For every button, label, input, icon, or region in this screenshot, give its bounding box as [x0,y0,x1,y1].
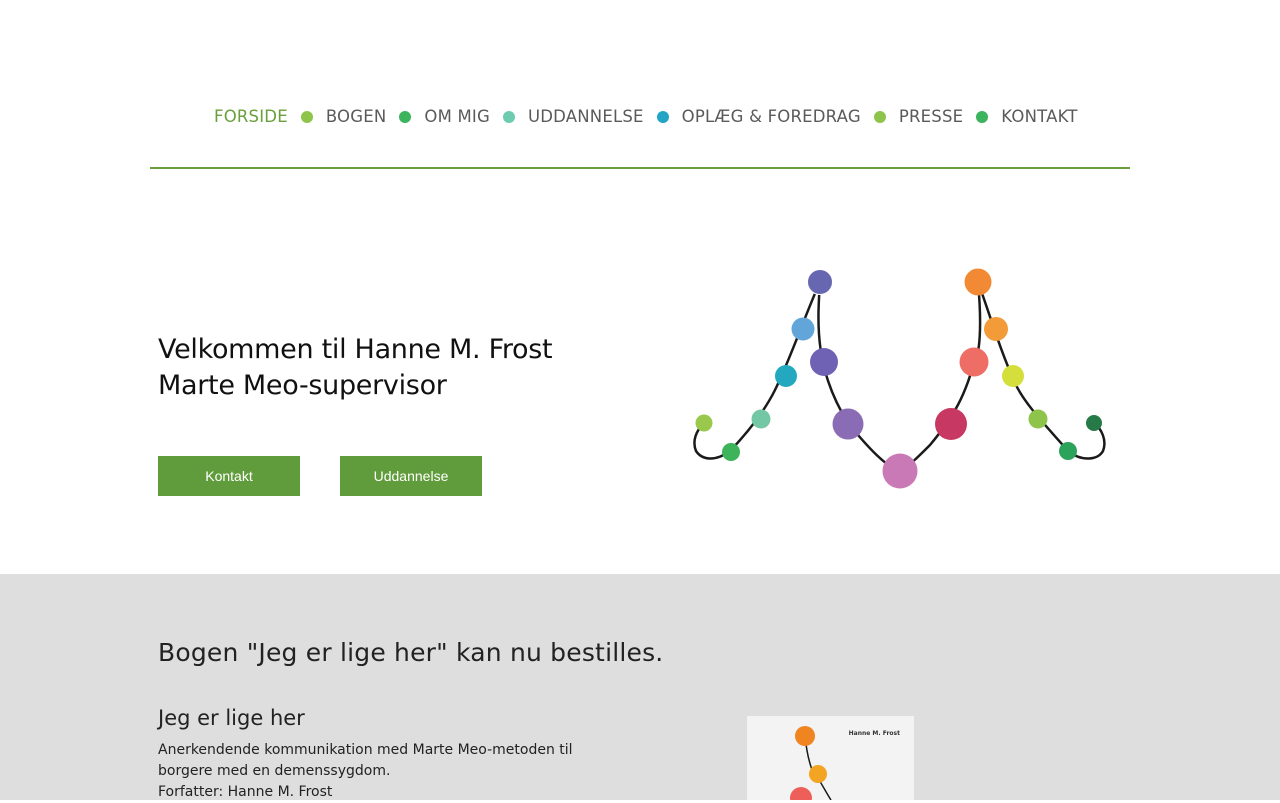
kontakt-button[interactable]: Kontakt [158,456,300,496]
book-author-line: Forfatter: Hanne M. Frost [158,784,333,800]
hero-title-line-2: Marte Meo-supervisor [158,370,447,401]
book-description: Anerkendende kommunikation med Marte Meo… [158,740,588,803]
logo-bead [882,453,918,489]
nav-separator-dot [399,111,412,123]
nav-item-presse[interactable]: PRESSE [899,106,963,128]
book-description-line-2: borgere med en demenssygdom. [158,763,391,779]
logo-bead [935,408,967,440]
nav-item-bogen[interactable]: BOGEN [326,106,387,128]
main-navigation: FORSIDE BOGEN OM MIG UDDANNELSE OPLÆG & … [214,106,1078,128]
logo-bead [1028,409,1048,429]
logo-string-left [817,281,901,474]
uddannelse-button[interactable]: Uddannelse [340,456,482,496]
book-title: Jeg er lige her [158,706,305,730]
logo-bead [1059,442,1077,460]
logo-bead [810,348,838,376]
logo-bead [984,317,1008,341]
nav-separator-dot [300,111,313,123]
book-description-line-1: Anerkendende kommunikation med Marte Meo… [158,742,573,758]
logo-string-right-outer [976,281,1106,460]
cover-bead [809,765,827,783]
book-cover-image[interactable]: Hanne M. Frost [747,716,914,800]
cover-bead [790,787,812,800]
logo-bead [959,347,989,377]
cover-illustration [790,726,832,800]
logo-bead [722,443,740,461]
logo-string-left-outer [693,281,822,460]
logo-bead [1002,365,1024,387]
header-divider [150,167,1130,169]
logo-bead [751,409,771,429]
hero-title-line-1: Velkommen til Hanne M. Frost [158,334,553,365]
logo-bead [832,408,864,440]
logo-bead [775,365,797,387]
nav-separator-dot [656,111,669,123]
nav-item-kontakt[interactable]: KONTAKT [1001,106,1077,128]
nav-item-forside[interactable]: FORSIDE [214,106,288,128]
logo-bead [807,269,833,295]
book-headline: Bogen "Jeg er lige her" kan nu bestilles… [158,638,664,667]
nav-separator-dot [873,111,886,123]
logo-bead [695,414,713,432]
hero-title: Velkommen til Hanne M. Frost Marte Meo-s… [158,332,553,404]
nav-separator-dot [976,111,989,123]
logo-bead [791,317,815,341]
cover-author-name: Hanne M. Frost [848,730,900,737]
nav-item-oplaeg-foredrag[interactable]: OPLÆG & FOREDRAG [682,106,861,128]
cover-bead [795,726,815,746]
marte-meo-logo [693,268,1106,489]
logo-bead [1086,415,1102,431]
nav-item-om-mig[interactable]: OM MIG [424,106,490,128]
logo-string-right [899,281,982,474]
logo-bead [964,268,992,296]
nav-item-uddannelse[interactable]: UDDANNELSE [528,106,644,128]
nav-separator-dot [502,111,515,123]
